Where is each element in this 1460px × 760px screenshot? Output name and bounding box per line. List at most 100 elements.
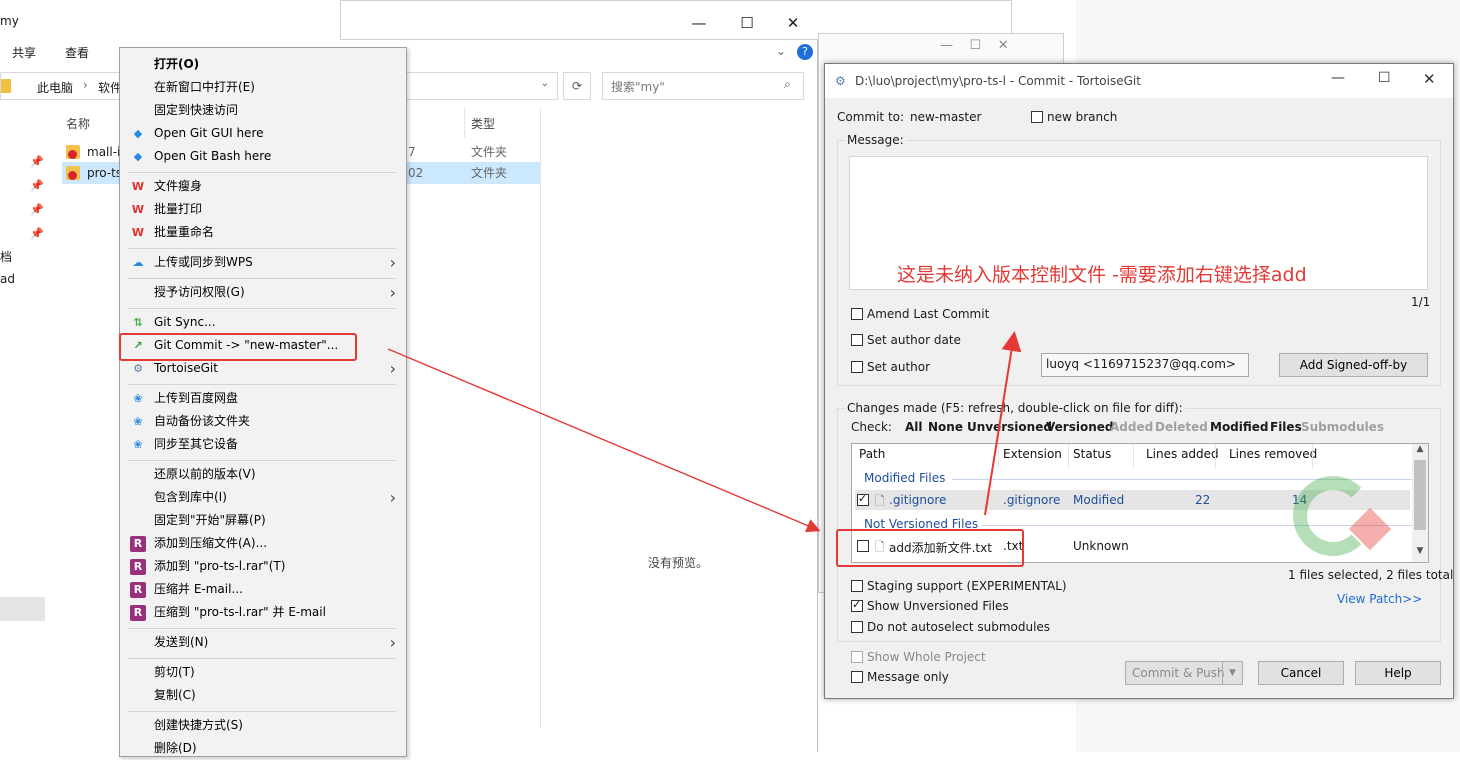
file-date: 7 [408, 145, 416, 159]
show-whole-project-checkbox [851, 651, 863, 663]
folder-conflict-icon [66, 145, 80, 159]
menu-item-git-sync[interactable]: ⇅ Git Sync... [120, 311, 406, 334]
help-icon[interactable]: ? [797, 44, 813, 60]
check-filter-unversioned[interactable]: Unversioned [967, 420, 1052, 434]
menu-item-open[interactable]: 打开(O) [120, 53, 406, 76]
sidebar-selected-item[interactable] [0, 597, 45, 621]
menu-item-cut[interactable]: 剪切(T) [120, 661, 406, 684]
column-divider [1312, 444, 1313, 468]
add-signed-off-button[interactable]: Add Signed-off-by [1279, 353, 1428, 377]
annotation-text: 这是未纳入版本控制文件 -需要添加右键选择add [897, 264, 1307, 286]
menu-item-wps-print[interactable]: W 批量打印 [120, 198, 406, 221]
minimize-button[interactable]: — [676, 8, 722, 38]
menu-item-rar-add-named[interactable]: R 添加到 "pro-ts-l.rar"(T) [120, 555, 406, 578]
ribbon-tab-view[interactable]: 查看 [65, 44, 89, 61]
menu-item-wps-slim[interactable]: W 文件瘦身 [120, 175, 406, 198]
column-header-lines-removed[interactable]: Lines removed [1229, 447, 1317, 461]
menu-separator [128, 384, 396, 385]
scroll-up-icon[interactable]: ▲ [1412, 444, 1428, 460]
context-menu: 打开(O) 在新窗口中打开(E) 固定到快速访问 ◆ Open Git GUI h… [119, 47, 407, 757]
check-filter-all[interactable]: All [905, 420, 923, 434]
view-patch-link[interactable]: View Patch>> [1337, 592, 1422, 606]
maximize-button[interactable]: ☐ [1378, 70, 1391, 86]
cancel-button[interactable]: Cancel [1258, 661, 1344, 685]
maximize-button[interactable]: ☐ [724, 8, 770, 38]
menu-item-open-new-window[interactable]: 在新窗口中打开(E) [120, 76, 406, 99]
file-name: mall-i [87, 145, 121, 159]
help-button[interactable]: Help [1355, 661, 1441, 685]
folder-icon [1, 79, 11, 93]
search-icon: ⌕ [784, 77, 791, 91]
scrollbar[interactable]: ▲ ▼ [1412, 444, 1428, 562]
new-branch-checkbox[interactable] [1031, 111, 1043, 123]
check-filter-modified[interactable]: Modified [1210, 420, 1269, 434]
menu-item-rar-email[interactable]: R 压缩并 E-mail... [120, 578, 406, 601]
column-header-status[interactable]: Status [1073, 447, 1111, 461]
show-unversioned-label: Show Unversioned Files [867, 599, 1009, 613]
close-button[interactable]: ✕ [770, 8, 816, 38]
minimize-button[interactable]: — [1331, 70, 1345, 86]
menu-item-pin-start[interactable]: 固定到"开始"屏幕(P) [120, 509, 406, 532]
column-header-lines-added[interactable]: Lines added [1146, 447, 1219, 461]
column-header-name[interactable]: 名称 [66, 115, 90, 132]
file-type: 文件夹 [471, 166, 508, 180]
chevron-down-icon[interactable]: ⌄ [776, 44, 786, 58]
menu-item-send-to[interactable]: 发送到(N) › [120, 631, 406, 654]
menu-item-wps-upload[interactable]: ☁ 上传或同步到WPS › [120, 251, 406, 274]
show-unversioned-checkbox[interactable] [851, 598, 863, 612]
menu-item-include-library[interactable]: 包含到库中(I) › [120, 486, 406, 509]
rar-icon: R [130, 559, 146, 575]
no-autoselect-checkbox[interactable] [851, 621, 863, 633]
menu-item-rar-email-named[interactable]: R 压缩到 "pro-ts-l.rar" 并 E-mail [120, 601, 406, 624]
menu-item-baidu-upload[interactable]: ❀ 上传到百度网盘 [120, 387, 406, 410]
message-only-checkbox[interactable] [851, 671, 863, 683]
message-only-label: Message only [867, 670, 949, 684]
menu-item-delete[interactable]: 删除(D) [120, 737, 406, 760]
file-icon: 🗋 [875, 494, 885, 508]
set-author-checkbox[interactable] [851, 361, 863, 373]
refresh-button[interactable]: ⟳ [563, 72, 591, 100]
dropdown-icon[interactable]: ⌄ [541, 78, 549, 89]
menu-item-pin-quick-access[interactable]: 固定到快速访问 [120, 99, 406, 122]
amend-checkbox[interactable] [851, 308, 863, 320]
author-input[interactable]: luoyq <1169715237@qq.com> [1041, 353, 1249, 377]
rar-icon: R [130, 536, 146, 552]
menu-item-baidu-backup[interactable]: ❀ 自动备份该文件夹 [120, 410, 406, 433]
check-filter-versioned[interactable]: Versioned [1046, 420, 1113, 434]
menu-item-git-bash[interactable]: ◆ Open Git Bash here [120, 145, 406, 168]
wps-icon: W [131, 180, 145, 193]
commit-push-button: Commit & Push ▼ [1125, 661, 1243, 685]
ribbon-tab-share[interactable]: 共享 [12, 44, 36, 61]
set-author-date-checkbox[interactable] [851, 334, 863, 346]
column-divider [1215, 444, 1216, 468]
scroll-down-icon[interactable]: ▼ [1412, 546, 1428, 562]
menu-item-create-shortcut[interactable]: 创建快捷方式(S) [120, 714, 406, 737]
check-filter-none[interactable]: None [928, 420, 963, 434]
menu-item-wps-rename[interactable]: W 批量重命名 [120, 221, 406, 244]
column-header-type[interactable]: 类型 [471, 115, 495, 132]
column-header-extension[interactable]: Extension [1003, 447, 1062, 461]
pin-icon: 📌 [30, 227, 44, 240]
sidebar-item[interactable]: 档 [0, 248, 12, 265]
close-button[interactable]: ✕ [1423, 70, 1436, 88]
submenu-arrow-icon: › [389, 253, 396, 272]
menu-item-git-gui[interactable]: ◆ Open Git GUI here [120, 122, 406, 145]
sidebar-item[interactable]: ad [0, 272, 15, 286]
menu-separator [128, 628, 396, 629]
scroll-thumb[interactable] [1414, 460, 1426, 530]
check-filter-files[interactable]: Files [1270, 420, 1302, 434]
row-checkbox[interactable] [857, 492, 869, 506]
search-input[interactable]: 搜索"my" [602, 72, 804, 100]
menu-item-copy[interactable]: 复制(C) [120, 684, 406, 707]
highlight-box [836, 529, 1024, 567]
staging-checkbox[interactable] [851, 580, 863, 592]
breadcrumb-this-pc[interactable]: 此电脑 [37, 79, 73, 96]
menu-item-restore-versions[interactable]: 还原以前的版本(V) [120, 463, 406, 486]
selection-summary: 1 files selected, 2 files total [1288, 568, 1454, 582]
pin-icon: 📌 [30, 203, 44, 216]
amend-label: Amend Last Commit [867, 307, 990, 321]
menu-item-rar-add[interactable]: R 添加到压缩文件(A)... [120, 532, 406, 555]
menu-item-grant-access[interactable]: 授予访问权限(G) › [120, 281, 406, 304]
menu-item-baidu-sync[interactable]: ❀ 同步至其它设备 [120, 433, 406, 456]
column-header-path[interactable]: Path [859, 447, 885, 461]
